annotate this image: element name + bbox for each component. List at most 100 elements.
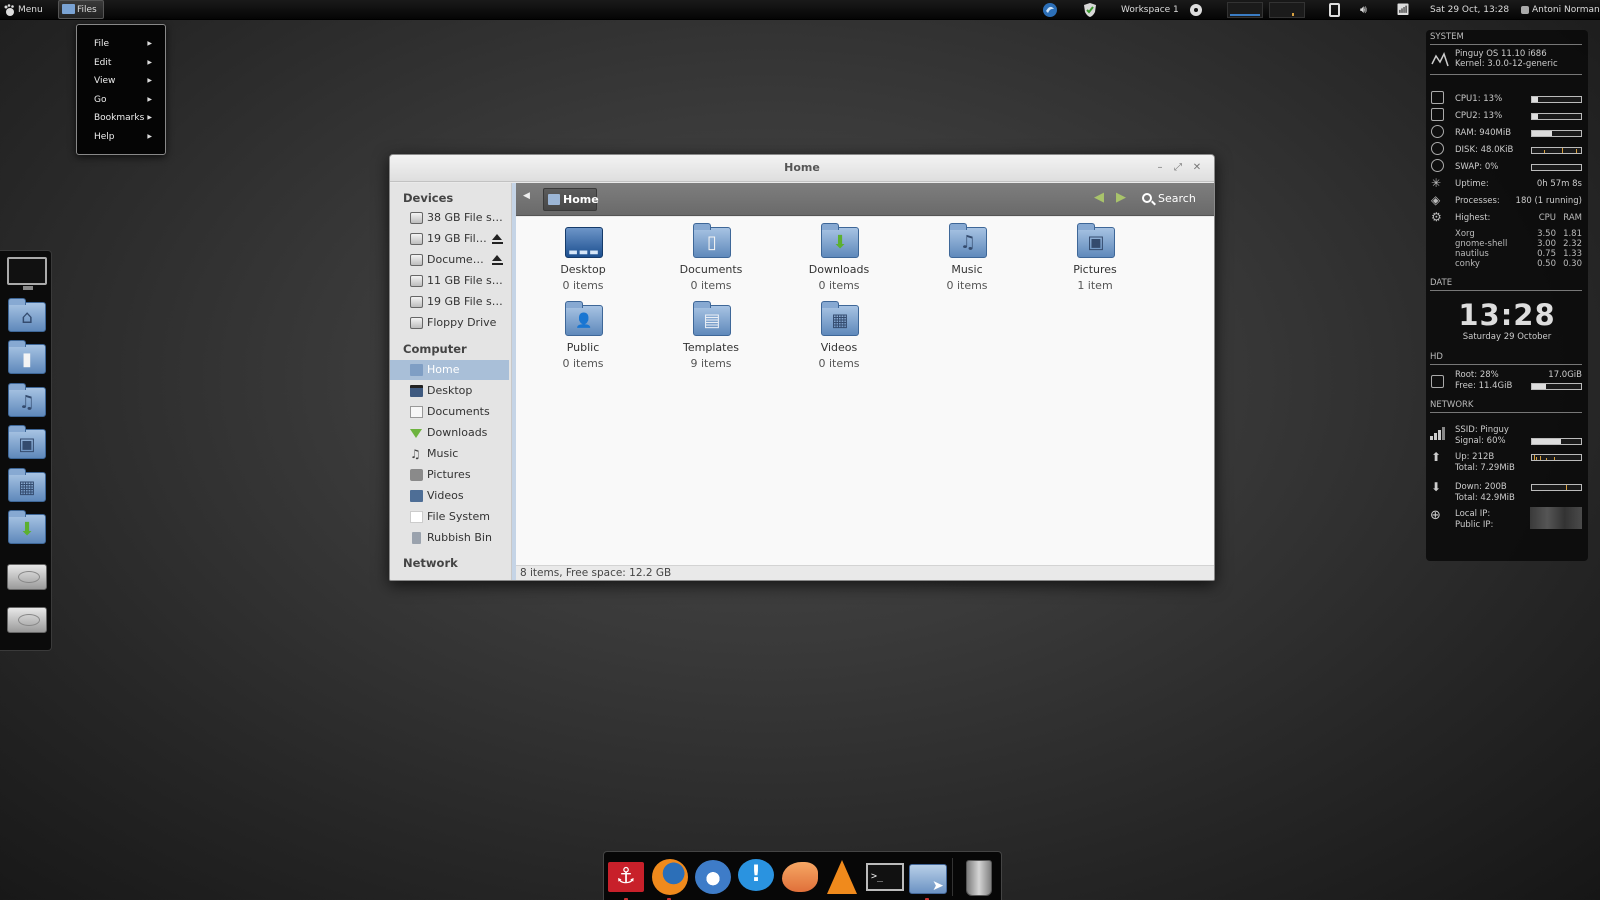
pictures-icon — [410, 469, 423, 481]
conky-free: Free: 11.4GiB — [1455, 381, 1513, 391]
processes-icon: ◈ — [1431, 193, 1441, 207]
files-app-button[interactable]: Files — [58, 0, 104, 19]
dock-item-terminal[interactable]: >_ — [864, 856, 904, 896]
minimize-button[interactable]: – — [1153, 160, 1167, 176]
workspace-indicator[interactable]: Workspace 1 — [1121, 0, 1179, 20]
dock-item-thunderbird[interactable] — [692, 856, 732, 896]
sidebar-item-documents[interactable]: Documents — [390, 402, 509, 422]
shield-icon[interactable] — [1082, 2, 1098, 18]
sidebar-item-music[interactable]: ♫ Music — [390, 444, 509, 464]
menu-button[interactable]: Menu — [2, 0, 43, 20]
dock-item-drive-2[interactable] — [6, 599, 47, 637]
dock-item-pictures[interactable]: ▣ — [6, 423, 46, 461]
process-name: conky — [1455, 259, 1480, 269]
ram-bar-fill — [1532, 131, 1552, 136]
sidebar-item-drive-19gb-2[interactable]: 19 GB File syst... — [390, 292, 509, 312]
disc-icon[interactable] — [1190, 4, 1202, 16]
dock-item-orange-app[interactable] — [778, 856, 818, 896]
file-item-music[interactable]: ♫ Music 0 items — [912, 219, 1022, 293]
file-item-templates[interactable]: ▤ Templates 9 items — [656, 297, 766, 371]
signal-bar — [1531, 438, 1582, 445]
user-menu[interactable]: Antoni Norman — [1520, 0, 1600, 20]
file-item-desktop[interactable]: ▬▬▬ Desktop 0 items — [528, 219, 638, 293]
menu-item-label: Go — [94, 94, 107, 105]
clock[interactable]: Sat 29 Oct, 13:28 — [1430, 0, 1509, 20]
dock-item-videos[interactable]: ▦ — [6, 466, 46, 504]
floppy-icon — [410, 317, 423, 329]
conky-up-total: Total: 7.29MiB — [1455, 463, 1515, 473]
dock-item-files[interactable]: ➤ — [907, 856, 947, 900]
sidebar-item-videos[interactable]: Videos — [390, 486, 509, 506]
uptime-icon: ✳ — [1431, 176, 1442, 190]
sidebar-item-rubbish-bin[interactable]: Rubbish Bin — [390, 528, 509, 548]
eject-icon[interactable] — [492, 255, 503, 266]
sidebar-item-floppy[interactable]: Floppy Drive — [390, 313, 509, 333]
path-scroll-left-icon[interactable]: ◀ — [523, 191, 530, 201]
cpu2-bar — [1531, 113, 1582, 120]
sidebar-item-home[interactable]: Home — [390, 360, 509, 380]
dock-item-drive-1[interactable] — [6, 556, 47, 594]
search-icon — [1142, 193, 1152, 203]
download-arrow-icon: ⬇ — [1431, 480, 1442, 494]
maximize-button[interactable]: ⤢ — [1171, 160, 1185, 176]
sidebar-item-desktop[interactable]: Desktop — [390, 381, 509, 401]
user-name: Antoni Norman — [1532, 5, 1600, 15]
breadcrumb-home[interactable]: Home — [543, 188, 599, 211]
file-item-documents[interactable]: ▯ Documents 0 items — [656, 219, 766, 293]
menu-item-edit[interactable]: Edit ▶ — [77, 54, 165, 73]
dock-item-computer[interactable] — [6, 253, 47, 291]
music-icon: ♫ — [410, 447, 421, 461]
file-item-downloads[interactable]: ⬇ Downloads 0 items — [784, 219, 894, 293]
dock-item-vlc[interactable] — [821, 856, 861, 896]
dock-item-anchor[interactable]: ⚓ — [606, 856, 646, 900]
dock-item-firefox[interactable] — [649, 856, 689, 900]
menu-item-file[interactable]: File ▶ — [77, 35, 165, 54]
dock-item-documents[interactable]: ▮ — [6, 338, 46, 376]
sidebar-item-downloads[interactable]: Downloads — [390, 423, 509, 443]
sidebar-item-drive-38gb[interactable]: 38 GB File syst... — [390, 208, 509, 228]
files-label: Files — [77, 5, 97, 15]
dock-item-music[interactable]: ♫ — [6, 381, 46, 419]
dock-item-trash[interactable] — [958, 856, 998, 896]
forward-arrow-icon[interactable]: ▶ — [1116, 190, 1126, 205]
file-count: 1 item — [1077, 279, 1113, 292]
menu-item-bookmarks[interactable]: Bookmarks ▶ — [77, 109, 165, 128]
sidebar-item-pictures[interactable]: Pictures — [390, 465, 509, 485]
dock-item-downloads[interactable]: ⬇ — [6, 508, 46, 546]
upload-graph — [1531, 454, 1582, 461]
sidebar-item-label: Documents — [427, 405, 490, 418]
file-name: Public — [566, 341, 600, 354]
signal-icon — [1430, 427, 1445, 440]
sidebar-heading-devices: Devices — [403, 191, 454, 205]
wifi-icon[interactable]: 📶︎ — [1396, 0, 1410, 20]
volume-icon[interactable]: 🔊︎ — [1360, 0, 1367, 20]
menu-item-go[interactable]: Go ▶ — [77, 91, 165, 110]
conky-up: Up: 212B — [1455, 452, 1495, 462]
dock-item-chat[interactable]: ! — [735, 856, 775, 896]
menu-item-label: Help — [94, 131, 115, 142]
menu-item-label: File — [94, 39, 110, 49]
clipboard-icon[interactable] — [1329, 3, 1340, 17]
conky-swap: SWAP: 0% — [1455, 162, 1499, 172]
window-titlebar[interactable]: Home – ⤢ ✕ — [390, 155, 1214, 182]
sidebar-item-filesystem[interactable]: File System — [390, 507, 509, 527]
close-button[interactable]: ✕ — [1190, 160, 1204, 176]
update-manager-icon[interactable] — [1042, 2, 1058, 18]
menu-item-label: Edit — [94, 57, 112, 68]
eject-icon[interactable] — [492, 234, 503, 245]
conky-uptime-value: 0h 57m 8s — [1536, 179, 1582, 189]
menu-item-view[interactable]: View ▶ — [77, 72, 165, 91]
menu-item-help[interactable]: Help ▶ — [77, 128, 165, 147]
file-item-public[interactable]: 👤 Public 0 items — [528, 297, 638, 371]
back-arrow-icon[interactable]: ◀ — [1094, 190, 1104, 205]
dock-item-home[interactable]: ⌂ — [6, 296, 46, 334]
file-item-videos[interactable]: ▦ Videos 0 items — [784, 297, 894, 371]
file-item-pictures[interactable]: ▣ Pictures 1 item — [1040, 219, 1150, 293]
file-name: Pictures — [1073, 263, 1117, 276]
sidebar-item-label: 19 GB File... — [427, 232, 493, 245]
process-name: gnome-shell — [1455, 239, 1508, 249]
search-button[interactable]: Search — [1141, 189, 1196, 209]
conky-root-size: 17.0GiB — [1548, 370, 1582, 380]
bottom-dock: ⚓ ! >_ ➤ — [603, 851, 1002, 900]
sidebar-item-drive-11gb[interactable]: 11 GB File syst... — [390, 271, 509, 291]
